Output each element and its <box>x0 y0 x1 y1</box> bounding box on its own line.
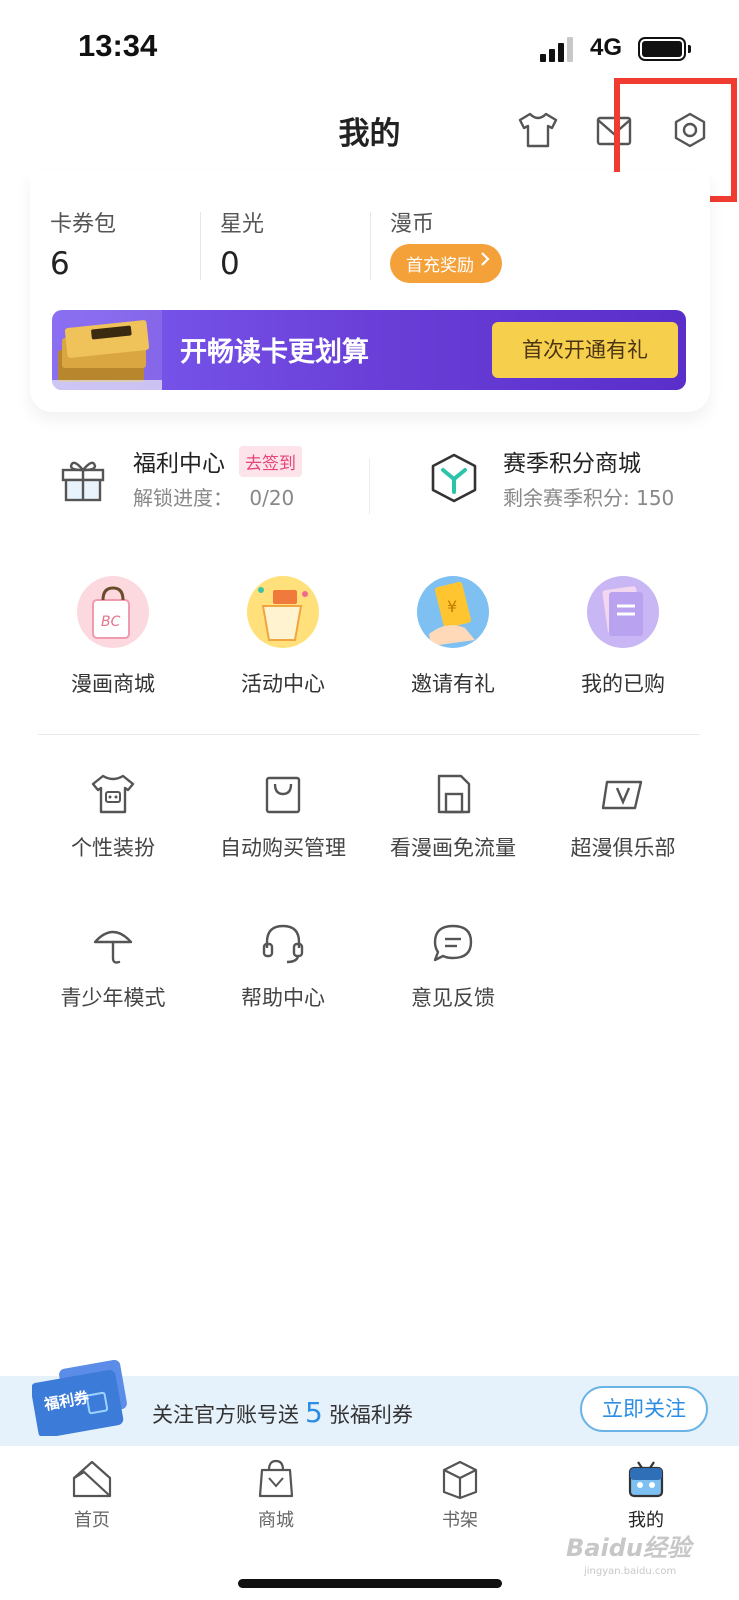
super-club-label: 超漫俱乐部 <box>570 836 676 860</box>
reading-card-banner[interactable]: 开畅读卡更划算 首次开通有礼 <box>52 310 686 390</box>
first-recharge-reward-button[interactable]: 首充奖励 <box>390 244 502 283</box>
season-points-mall[interactable]: 赛季积分商城 剩余赛季积分: 150 <box>425 440 725 520</box>
home-icon <box>72 1460 112 1498</box>
activity-center-item[interactable]: 活动中心 <box>198 576 368 698</box>
network-type: 4G <box>590 34 623 61</box>
bag-icon <box>265 776 301 814</box>
season-points: 剩余赛季积分: 150 <box>503 486 675 510</box>
comic-mall-label: 漫画商城 <box>71 672 155 696</box>
my-purchased-label: 我的已购 <box>581 672 665 696</box>
party-popper-icon <box>247 576 319 648</box>
tab-bookshelf[interactable]: 书架 <box>400 1458 520 1532</box>
mall-bag-icon <box>258 1459 294 1498</box>
invite-gift-item[interactable]: ¥ 邀请有礼 <box>368 576 538 698</box>
stars-value: 0 <box>220 246 240 282</box>
umbrella-icon <box>93 930 133 964</box>
free-data-label: 看漫画免流量 <box>390 836 516 860</box>
tab-home[interactable]: 首页 <box>32 1458 152 1532</box>
help-center-item[interactable]: 帮助中心 <box>198 920 368 1012</box>
stars-stat[interactable]: 星光 0 <box>220 206 264 282</box>
my-purchased-item[interactable]: 我的已购 <box>538 576 708 698</box>
invite-gift-label: 邀请有礼 <box>411 672 495 696</box>
svg-text:BC: BC <box>101 614 121 630</box>
feedback-label: 意见反馈 <box>411 986 495 1010</box>
v-club-icon <box>601 780 643 810</box>
activity-center-label: 活动中心 <box>241 672 325 696</box>
reading-cards-icon <box>52 310 162 390</box>
chevron-right-icon <box>480 251 490 272</box>
coins-stat[interactable]: 漫币 首充奖励 <box>390 206 502 283</box>
checkin-badge[interactable]: 去签到 <box>239 446 302 477</box>
auto-purchase-label: 自动购买管理 <box>220 836 346 860</box>
tab-mall[interactable]: 商城 <box>216 1458 336 1532</box>
season-cube-icon <box>431 453 477 503</box>
status-time: 13:34 <box>78 28 158 63</box>
welfare-center[interactable]: 福利中心 去签到 解锁进度： 0/20 <box>55 440 355 520</box>
welfare-title: 福利中心 <box>133 451 225 477</box>
reward-label: 首充奖励 <box>406 256 474 276</box>
follow-now-button[interactable]: 立即关注 <box>580 1386 708 1432</box>
purchased-books-icon <box>587 576 659 648</box>
promo-text: 开畅读卡更划算 <box>180 337 369 368</box>
battery-icon <box>638 37 686 61</box>
bookshelf-icon <box>442 1460 478 1500</box>
baidu-watermark: Baidu经验 <box>566 1534 691 1562</box>
first-open-gift-button[interactable]: 首次开通有礼 <box>492 322 678 378</box>
youth-mode-item[interactable]: 青少年模式 <box>28 920 198 1012</box>
tab-mall-label: 商城 <box>258 1510 294 1531</box>
home-indicator[interactable] <box>238 1579 502 1588</box>
help-center-label: 帮助中心 <box>241 986 325 1010</box>
dress-up-label: 个性装扮 <box>71 836 155 860</box>
follow-text-after: 张福利券 <box>328 1403 413 1427</box>
coupons-label: 卡券包 <box>50 212 117 237</box>
season-title: 赛季积分商城 <box>503 451 641 477</box>
follow-text-before: 关注官方账号送 <box>152 1403 299 1427</box>
welfare-progress: 解锁进度： 0/20 <box>133 482 294 511</box>
sim-card-icon <box>437 774 471 814</box>
comic-mall-item[interactable]: BC 漫画商城 <box>28 576 198 698</box>
follow-promo-text: 关注官方账号送 5 张福利券 <box>152 1396 413 1429</box>
coupons-stat[interactable]: 卡券包 6 <box>50 206 116 282</box>
robot-shirt-icon <box>91 774 135 814</box>
coupons-value: 6 <box>50 246 70 282</box>
mine-robot-icon <box>628 1461 664 1498</box>
feedback-item[interactable]: 意见反馈 <box>368 920 538 1012</box>
progress-value: 0/20 <box>249 486 295 510</box>
shopping-bag-icon: BC <box>77 576 149 648</box>
coins-label: 漫币 <box>390 212 435 237</box>
follow-official-bar: 福利券 关注官方账号送 5 张福利券 立即关注 <box>0 1359 739 1446</box>
signal-icon <box>540 36 580 62</box>
free-data-item[interactable]: 看漫画免流量 <box>368 770 538 862</box>
welfare-coupon-image: 福利券 <box>30 1359 132 1439</box>
tab-home-label: 首页 <box>74 1510 110 1531</box>
svg-text:¥: ¥ <box>447 597 457 616</box>
tab-bookshelf-label: 书架 <box>442 1510 478 1531</box>
auto-purchase-item[interactable]: 自动购买管理 <box>198 770 368 862</box>
dress-up-shirt-icon[interactable] <box>516 108 560 152</box>
coupon-count: 5 <box>305 1396 323 1429</box>
baidu-watermark-url: jingyan.baidu.com <box>584 1566 677 1577</box>
dress-up-item[interactable]: 个性装扮 <box>28 770 198 862</box>
gift-icon <box>61 461 105 502</box>
super-club-item[interactable]: 超漫俱乐部 <box>538 770 708 862</box>
tab-mine[interactable]: 我的 <box>586 1458 706 1532</box>
wallet-card: 卡券包 6 星光 0 漫币 首充奖励 开畅读卡更划算 首次开通有礼 <box>30 172 710 412</box>
youth-mode-label: 青少年模式 <box>60 986 166 1010</box>
stars-label: 星光 <box>220 212 265 237</box>
feedback-bubble-icon <box>433 924 473 962</box>
headset-icon <box>262 924 304 964</box>
progress-label: 解锁进度： <box>133 486 233 510</box>
red-envelope-icon: ¥ <box>417 576 489 648</box>
